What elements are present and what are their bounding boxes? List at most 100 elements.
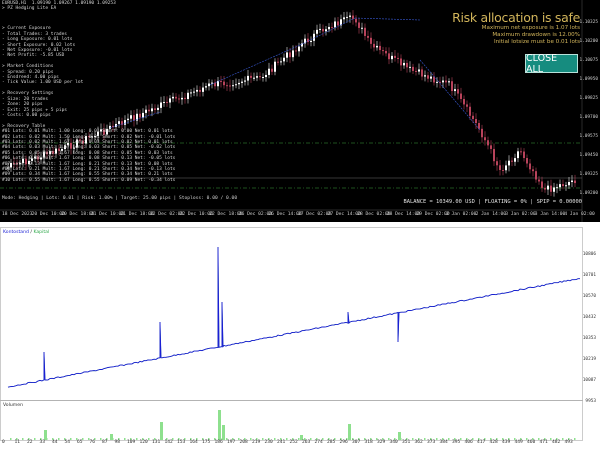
trade-tick-label: 153 [177, 440, 186, 445]
candle-body [541, 181, 543, 188]
candle-body [445, 80, 447, 83]
candle-body [253, 77, 255, 79]
trade-tick-label: 471 [539, 440, 548, 445]
candle-body [538, 179, 540, 182]
candle-body [271, 68, 273, 72]
balance-line [7, 246, 580, 388]
trade-tick-label: 219 [252, 440, 261, 445]
price-chart[interactable]: EURUSD,H1 1.09190 1.09267 1.09190 1.0925… [0, 0, 600, 222]
info-line: #06 Lots: 0.08 Mult: 1.67 Long: 0.08 Sho… [2, 156, 176, 162]
candle-body [472, 115, 474, 120]
candle-body [403, 62, 405, 66]
candle-body [301, 43, 303, 47]
ea-status-line: Mode: Hedging | Lots: 0.01 | Risk: 1.00%… [2, 196, 238, 201]
candle-body [298, 46, 300, 52]
trade-tick-label: 241 [277, 440, 286, 445]
candle-body [316, 29, 318, 34]
close-all-button[interactable]: CLOSE ALL [525, 53, 578, 75]
candle-body [424, 75, 426, 77]
candle-body [244, 80, 246, 82]
candle-body [568, 182, 570, 186]
candle-body [367, 35, 369, 38]
equity-frame [0, 227, 583, 401]
candle-body [514, 158, 516, 162]
legend-equity: Kapital [33, 230, 50, 235]
trade-axis: 0 11 22 33 44 54 65 76 87 98 109 120 131 142 153 164 175… [0, 440, 600, 450]
trade-link-line [299, 17, 356, 46]
trade-tick-label: 208 [239, 440, 248, 445]
candle-body [391, 55, 393, 60]
equity-tick-label: 10087 [582, 378, 596, 383]
candle-body [349, 15, 351, 17]
candle-body [478, 123, 480, 129]
price-tick-label: 1.09950 [579, 77, 598, 82]
candle-body [412, 66, 414, 71]
trade-tick-label: 263 [302, 440, 311, 445]
chart-header: EURUSD,H1 1.09190 1.09267 1.09190 1.0925… [2, 1, 116, 12]
candle-body [265, 74, 267, 78]
candle-body [460, 93, 462, 99]
volume-bar [348, 424, 351, 440]
price-tick-label: 1.09825 [579, 96, 598, 101]
risk-panel: Risk allocation is safe Maximum net expo… [452, 10, 580, 47]
candle-body [187, 92, 189, 100]
candle-body [523, 151, 525, 159]
candle-body [241, 81, 243, 83]
price-tick-label: 1.10325 [579, 20, 598, 25]
trade-link-line [354, 17, 421, 21]
candle-body [532, 169, 534, 172]
candle-body [205, 86, 207, 88]
trade-tick-label: 285 [327, 440, 336, 445]
trade-tick-label: 11 [14, 440, 21, 445]
trade-tick-label: 307 [352, 440, 361, 445]
candle-body [559, 184, 561, 188]
candle-body [571, 180, 573, 183]
candle-body [322, 28, 324, 32]
candle-body [178, 98, 180, 100]
trade-tick-label: 395 [452, 440, 461, 445]
time-tick-label: 28 Dec 14:00 [386, 212, 420, 217]
candle-body [454, 89, 456, 92]
trade-tick-label: 373 [427, 440, 436, 445]
trade-tick-label: 329 [377, 440, 386, 445]
trade-tick-label: 197 [227, 440, 236, 445]
time-tick-label: 27 Dec 14:00 [327, 212, 361, 217]
candle-body [250, 75, 252, 78]
price-tick-label: 1.09575 [579, 134, 598, 139]
trade-tick-label: 164 [189, 440, 198, 445]
candle-body [226, 85, 228, 87]
volume-label: Volumen [3, 403, 23, 408]
time-tick-label: 21 Dec 10:00 [90, 212, 124, 217]
trade-tick-label: 186 [214, 440, 223, 445]
candle-body [220, 80, 222, 82]
price-tick-label: 1.09450 [579, 153, 598, 158]
equity-tick-label: 10570 [582, 294, 596, 299]
candle-body [193, 91, 195, 93]
candle-body [406, 62, 408, 68]
trade-tick-label: 460 [527, 440, 536, 445]
price-tick-label: 1.10200 [579, 39, 598, 44]
candle-body [256, 76, 258, 78]
volume-bar [222, 425, 225, 440]
candle-body [337, 21, 339, 26]
equity-curve [0, 227, 583, 401]
trade-tick-label: 439 [502, 440, 511, 445]
candle-body [307, 38, 309, 43]
candle-body [325, 29, 327, 32]
candle-body [283, 57, 285, 62]
equity-tick-label: 10353 [582, 336, 596, 341]
candle-body [262, 77, 264, 79]
equity-chart[interactable] [0, 227, 600, 401]
time-tick-label: 21 Dec 18:00 [120, 212, 154, 217]
trade-tick-label: 65 [77, 440, 83, 445]
candle-body [499, 165, 501, 170]
time-tick-label: 26 Dec 14:00 [268, 212, 302, 217]
candle-body [346, 16, 348, 18]
candle-body [199, 89, 201, 92]
candle-body [355, 18, 357, 23]
time-tick-label: 3 Jan 02:00 [505, 212, 536, 217]
trade-tick-label: 406 [464, 440, 473, 445]
candle-body [358, 22, 360, 28]
candle-body [427, 75, 429, 79]
price-tick-label: 1.09325 [579, 172, 598, 177]
